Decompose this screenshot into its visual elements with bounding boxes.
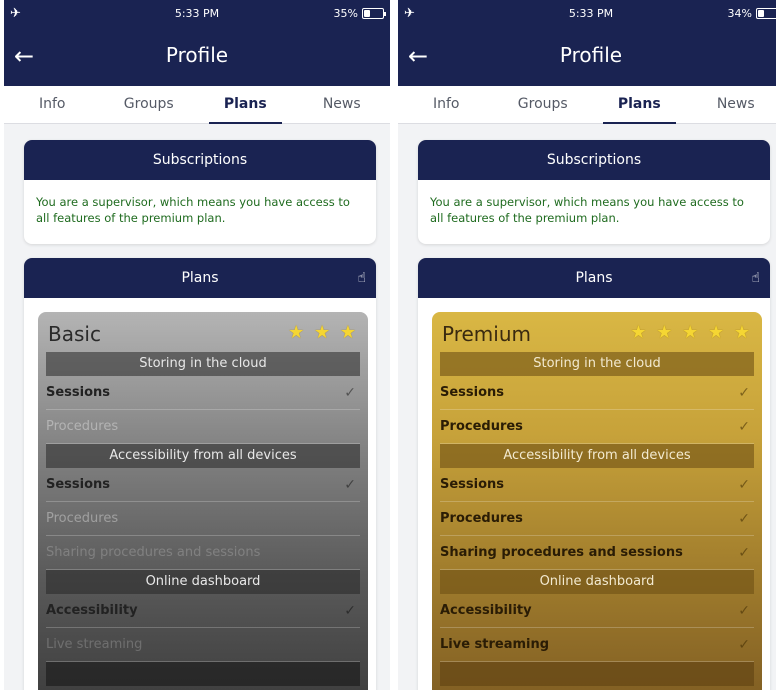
status-bar: ✈ 5:33 PM 35%	[4, 0, 390, 28]
feature-row: Sharing procedures and sessions ✓	[440, 536, 754, 570]
phone-screen-left: ✈ 5:33 PM 35% ← Profile Info Groups Plan…	[4, 0, 390, 690]
feature-row: Procedures ✓	[440, 502, 754, 536]
plan-card-basic[interactable]: Basic ★ ★ ★ Storing in the cloud Session…	[38, 312, 368, 690]
feature-row: Sessions ✓	[46, 468, 360, 502]
plans-card: Plans ☝ Basic ★ ★ ★ Storing in the cloud…	[24, 258, 376, 690]
section-header: Online dashboard	[46, 570, 360, 594]
battery-percent: 34%	[727, 7, 752, 20]
status-bar: ✈ 5:33 PM 34%	[398, 0, 776, 28]
swipe-hand-icon[interactable]: ☝	[357, 258, 366, 298]
section-header: Storing in the cloud	[440, 352, 754, 376]
tab-plans[interactable]: Plans	[197, 86, 294, 124]
feature-row: Live streaming	[46, 628, 360, 662]
page-title: Profile	[165, 43, 229, 67]
tab-news[interactable]: News	[688, 86, 776, 123]
nav-bar: ← Profile	[398, 28, 776, 86]
plans-title: Plans	[181, 270, 219, 286]
feature-row: Sessions ✓	[46, 376, 360, 410]
checkmark-icon: ✓	[344, 384, 356, 401]
tab-groups[interactable]: Groups	[101, 86, 198, 123]
section-header: Accessibility from all devices	[440, 444, 754, 468]
page-title: Profile	[559, 43, 623, 67]
tab-plans[interactable]: Plans	[591, 86, 688, 124]
section-header	[46, 662, 360, 686]
feature-row: Live streaming ✓	[440, 628, 754, 662]
subscriptions-title: Subscriptions	[24, 140, 376, 180]
subscriptions-title: Subscriptions	[418, 140, 770, 180]
checkmark-icon: ✓	[344, 476, 356, 493]
plan-name: Premium	[442, 322, 531, 346]
supervisor-message: You are a supervisor, which means you ha…	[36, 195, 350, 225]
tab-info[interactable]: Info	[398, 86, 495, 123]
feature-row: Sharing procedures and sessions	[46, 536, 360, 570]
checkmark-icon: ✓	[738, 544, 750, 561]
tab-bar: Info Groups Plans News	[4, 86, 390, 124]
plan-card-premium[interactable]: Premium ★ ★ ★ ★ ★ Storing in the cloud S…	[432, 312, 762, 690]
checkmark-icon: ✓	[738, 476, 750, 493]
feature-row: Procedures	[46, 410, 360, 444]
subscriptions-card: Subscriptions You are a supervisor, whic…	[418, 140, 770, 244]
tab-groups[interactable]: Groups	[495, 86, 592, 123]
feature-row: Accessibility ✓	[440, 594, 754, 628]
battery-icon	[362, 8, 386, 19]
section-header: Accessibility from all devices	[46, 444, 360, 468]
section-header: Storing in the cloud	[46, 352, 360, 376]
feature-row: Sessions ✓	[440, 376, 754, 410]
star-rating: ★ ★ ★ ★ ★	[630, 322, 752, 343]
subscriptions-card: Subscriptions You are a supervisor, whic…	[24, 140, 376, 244]
plans-card: Plans ☝ Premium ★ ★ ★ ★ ★ Storing in the…	[418, 258, 770, 690]
status-time: 5:33 PM	[174, 7, 220, 20]
section-header	[440, 662, 754, 686]
feature-row: Accessibility ✓	[46, 594, 360, 628]
tab-info[interactable]: Info	[4, 86, 101, 123]
tab-bar: Info Groups Plans News	[398, 86, 776, 124]
supervisor-message: You are a supervisor, which means you ha…	[430, 195, 744, 225]
feature-row: Procedures ✓	[440, 410, 754, 444]
divider	[390, 0, 398, 690]
checkmark-icon: ✓	[738, 418, 750, 435]
status-time: 5:33 PM	[568, 7, 614, 20]
checkmark-icon: ✓	[344, 602, 356, 619]
star-rating: ★ ★ ★	[288, 322, 358, 343]
checkmark-icon: ✓	[738, 636, 750, 653]
nav-bar: ← Profile	[4, 28, 390, 86]
feature-row: Sessions ✓	[440, 468, 754, 502]
section-header: Online dashboard	[440, 570, 754, 594]
tab-news[interactable]: News	[294, 86, 391, 123]
checkmark-icon: ✓	[738, 602, 750, 619]
feature-row: Procedures	[46, 502, 360, 536]
swipe-hand-icon[interactable]: ☝	[751, 258, 760, 298]
battery-icon	[756, 8, 776, 19]
battery-percent: 35%	[333, 7, 358, 20]
plans-title: Plans	[575, 270, 613, 286]
checkmark-icon: ✓	[738, 510, 750, 527]
checkmark-icon: ✓	[738, 384, 750, 401]
phone-screen-right: ✈ 5:33 PM 34% ← Profile Info Groups Plan…	[398, 0, 776, 690]
plan-name: Basic	[48, 322, 101, 346]
